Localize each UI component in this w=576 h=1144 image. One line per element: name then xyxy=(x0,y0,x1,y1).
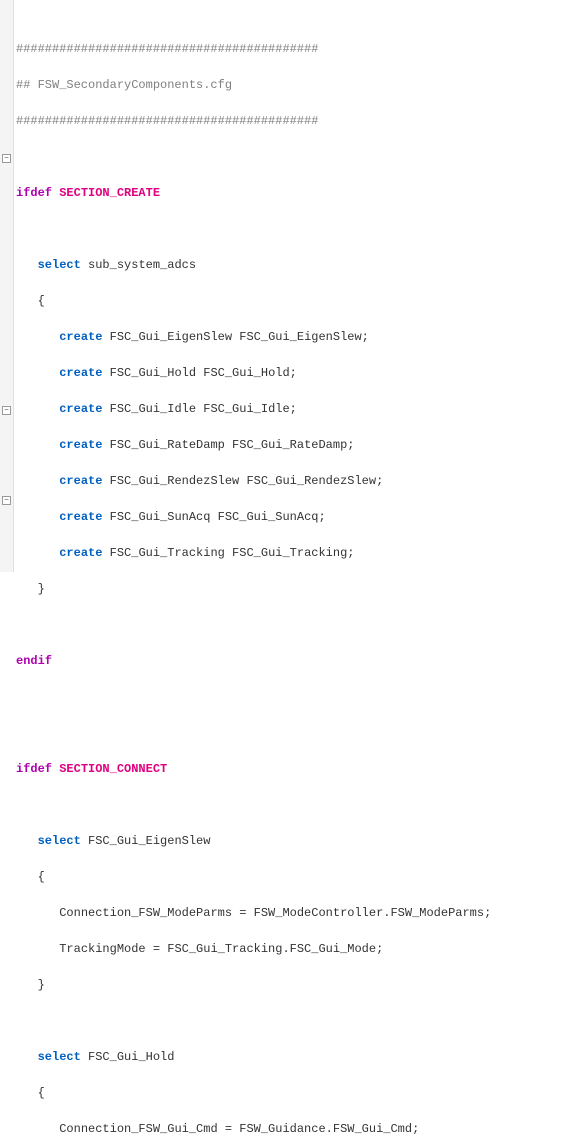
create-stmt: FSC_Gui_RendezSlew FSC_Gui_RendezSlew; xyxy=(110,474,384,488)
fold-icon[interactable]: − xyxy=(2,154,11,163)
keyword-ifdef: ifdef xyxy=(16,762,52,776)
brace-open: { xyxy=(38,1086,45,1100)
keyword-create: create xyxy=(59,330,102,344)
assignment: TrackingMode = FSC_Gui_Tracking.FSC_Gui_… xyxy=(59,942,383,956)
create-stmt: FSC_Gui_RateDamp FSC_Gui_RateDamp; xyxy=(110,438,355,452)
identifier: FSC_Gui_Hold xyxy=(88,1050,174,1064)
create-stmt: FSC_Gui_Idle FSC_Gui_Idle; xyxy=(110,402,297,416)
keyword-create: create xyxy=(59,474,102,488)
create-stmt: FSC_Gui_EigenSlew FSC_Gui_EigenSlew; xyxy=(110,330,369,344)
comment-hash: ########################################… xyxy=(16,114,318,128)
keyword-create: create xyxy=(59,402,102,416)
keyword-endif: endif xyxy=(16,654,52,668)
section-name: SECTION_CONNECT xyxy=(59,762,167,776)
create-stmt: FSC_Gui_Hold FSC_Gui_Hold; xyxy=(110,366,297,380)
fold-gutter: − − − xyxy=(0,0,14,572)
assignment: Connection_FSW_ModeParms = FSW_ModeContr… xyxy=(59,906,491,920)
keyword-select: select xyxy=(38,258,81,272)
keyword-create: create xyxy=(59,510,102,524)
keyword-create: create xyxy=(59,438,102,452)
comment-hash: ########################################… xyxy=(16,42,318,56)
create-stmt: FSC_Gui_SunAcq FSC_Gui_SunAcq; xyxy=(110,510,326,524)
fold-icon[interactable]: − xyxy=(2,406,11,415)
assignment: Connection_FSW_Gui_Cmd = FSW_Guidance.FS… xyxy=(59,1122,419,1136)
keyword-ifdef: ifdef xyxy=(16,186,52,200)
brace-close: } xyxy=(38,582,45,596)
keyword-select: select xyxy=(38,1050,81,1064)
brace-close: } xyxy=(38,978,45,992)
fold-icon[interactable]: − xyxy=(2,496,11,505)
identifier: sub_system_adcs xyxy=(88,258,196,272)
comment-filename: ## FSW_SecondaryComponents.cfg xyxy=(16,78,232,92)
keyword-select: select xyxy=(38,834,81,848)
keyword-create: create xyxy=(59,366,102,380)
identifier: FSC_Gui_EigenSlew xyxy=(88,834,210,848)
keyword-create: create xyxy=(59,546,102,560)
code-editor[interactable]: ########################################… xyxy=(0,0,576,1144)
create-stmt: FSC_Gui_Tracking FSC_Gui_Tracking; xyxy=(110,546,355,560)
brace-open: { xyxy=(38,294,45,308)
section-name: SECTION_CREATE xyxy=(59,186,160,200)
brace-open: { xyxy=(38,870,45,884)
